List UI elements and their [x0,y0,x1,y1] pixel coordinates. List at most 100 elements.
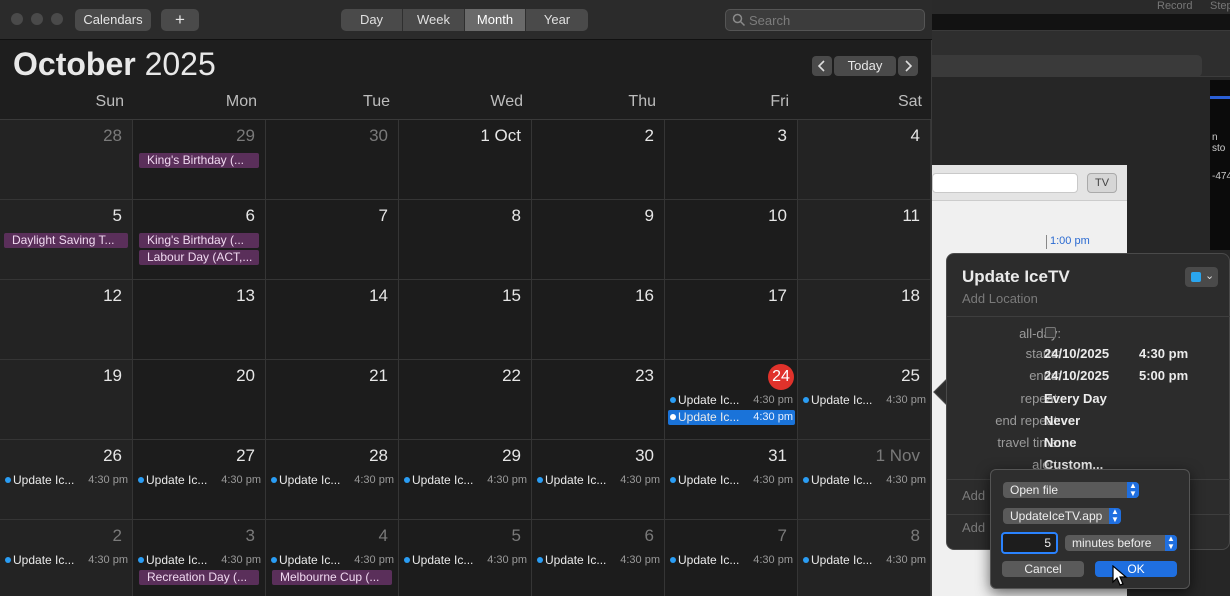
day-cell[interactable]: 28 Update Ic... 4:30 pm [266,440,399,520]
day-cell[interactable]: 13 [133,280,266,360]
view-month-tab[interactable]: Month [465,9,526,31]
today-button[interactable]: Today [834,56,896,76]
day-cell[interactable]: 19 [0,360,133,440]
day-cell[interactable]: 6 King's Birthday (... Labour Day (ACT,... [133,200,266,280]
icetv-input[interactable] [932,173,1078,193]
holiday-event[interactable]: Melbourne Cup (... [272,570,392,585]
day-cell[interactable]: 8 [399,200,532,280]
day-cell[interactable]: 7 [266,200,399,280]
calendar-color-picker[interactable]: ⌄ [1185,267,1218,287]
search-field[interactable]: Search [725,9,925,31]
zoom-window-icon[interactable] [51,13,63,25]
day-cell[interactable]: 26 Update Ic... 4:30 pm [0,440,133,520]
tv-button[interactable]: TV [1087,173,1117,193]
day-cell[interactable]: 14 [266,280,399,360]
view-day-tab[interactable]: Day [341,9,403,31]
repeat-value[interactable]: Every Day [1044,391,1107,406]
day-cell[interactable]: 25 Update Ic... 4:30 pm [798,360,931,440]
day-cell[interactable]: 6 Update Ic... 4:30 pm [532,520,665,596]
day-cell[interactable]: 16 [532,280,665,360]
day-cell[interactable]: 7 Update Ic... 4:30 pm [665,520,798,596]
end-repeat-value[interactable]: Never [1044,413,1080,428]
timed-event[interactable]: Update Ic... 4:30 pm [402,473,529,488]
day-cell[interactable]: 2 [532,120,665,200]
day-cell[interactable]: 29 King's Birthday (... [133,120,266,200]
day-cell[interactable]: 3 [665,120,798,200]
cancel-button[interactable]: Cancel [1002,561,1084,577]
ok-button[interactable]: OK [1095,561,1177,577]
day-cell[interactable]: 10 [665,200,798,280]
step-menu[interactable]: Step [1210,0,1230,12]
timed-event[interactable]: Update Ic... 4:30 pm [535,553,662,568]
timed-event[interactable]: Update Ic... 4:30 pm [801,553,928,568]
timed-event[interactable]: Update Ic... 4:30 pm [402,553,529,568]
day-cell[interactable]: 5 Update Ic... 4:30 pm [399,520,532,596]
timed-event[interactable]: Update Ic... 4:30 pm [269,553,396,568]
view-week-tab[interactable]: Week [403,9,465,31]
ends-date[interactable]: 24/10/2025 [1044,368,1109,383]
day-cell[interactable]: 23 [532,360,665,440]
previous-month-button[interactable] [812,56,832,76]
timed-event[interactable]: Update Ic... 4:30 pm [668,473,795,488]
holiday-event[interactable]: Daylight Saving T... [4,233,128,248]
day-cell[interactable]: 1 Oct [399,120,532,200]
day-cell[interactable]: 11 [798,200,931,280]
day-cell[interactable]: 30 Update Ic... 4:30 pm [532,440,665,520]
day-cell[interactable]: 5 Daylight Saving T... [0,200,133,280]
timed-event[interactable]: Update Ic... 4:30 pm [3,473,130,488]
allday-checkbox[interactable] [1045,327,1056,338]
day-cell[interactable]: 3 Update Ic... 4:30 pm Recreation Day (... [133,520,266,596]
holiday-event[interactable]: King's Birthday (... [139,153,259,168]
record-menu[interactable]: Record [1157,0,1192,12]
day-cell[interactable]: 2 Update Ic... 4:30 pm [0,520,133,596]
timed-event[interactable]: Update Ic... 4:30 pm [801,473,928,488]
timed-event[interactable]: Update Ic... 4:30 pm [3,553,130,568]
day-cell[interactable]: 18 [798,280,931,360]
close-window-icon[interactable] [11,13,23,25]
day-cell[interactable]: 29 Update Ic... 4:30 pm [399,440,532,520]
add-event-button[interactable]: + [161,9,199,31]
day-cell[interactable]: 28 [0,120,133,200]
add-location-field[interactable]: Add Location [962,291,1038,306]
day-cell[interactable]: 22 [399,360,532,440]
starts-time[interactable]: 4:30 pm [1139,346,1188,361]
view-year-tab[interactable]: Year [526,9,588,31]
day-cell[interactable]: 20 [133,360,266,440]
timed-event[interactable]: Update Ic... 4:30 pm [668,393,795,408]
background-search-field[interactable] [922,55,1202,77]
day-cell[interactable]: 24 Update Ic... 4:30 pm Update Ic... 4:30 pm [665,360,798,440]
minimize-window-icon[interactable] [31,13,43,25]
day-cell[interactable]: 27 Update Ic... 4:30 pm [133,440,266,520]
holiday-event[interactable]: King's Birthday (... [139,233,259,248]
day-cell[interactable]: 12 [0,280,133,360]
calendars-button[interactable]: Calendars [75,9,151,31]
event-title[interactable]: Update IceTV [962,267,1070,287]
alert-file-dropdown[interactable]: UpdateIceTV.app ▲ ▼ [1003,508,1121,524]
timed-event[interactable]: Update Ic... 4:30 pm [136,473,263,488]
ends-time[interactable]: 5:00 pm [1139,368,1188,383]
timed-event[interactable]: Update Ic... 4:30 pm [801,393,928,408]
alert-action-dropdown[interactable]: Open file ▲ ▼ [1003,482,1139,498]
day-cell[interactable]: 15 [399,280,532,360]
starts-date[interactable]: 24/10/2025 [1044,346,1109,361]
timed-event[interactable]: Update Ic... 4:30 pm [136,553,263,568]
day-cell[interactable]: 4 [798,120,931,200]
timed-event[interactable]: Update Ic... 4:30 pm [668,553,795,568]
day-cell[interactable]: 21 [266,360,399,440]
day-cell[interactable]: 30 [266,120,399,200]
holiday-event[interactable]: Recreation Day (... [139,570,259,585]
day-cell[interactable]: 31 Update Ic... 4:30 pm [665,440,798,520]
timed-event[interactable]: Update Ic... 4:30 pm [535,473,662,488]
selected-timed-event[interactable]: Update Ic... 4:30 pm [668,410,795,425]
day-cell[interactable]: 1 Nov Update Ic... 4:30 pm [798,440,931,520]
alert-amount-input[interactable]: 5 [1001,532,1058,554]
holiday-event[interactable]: Labour Day (ACT,... [139,250,259,265]
travel-time-value[interactable]: None [1044,435,1077,450]
timed-event[interactable]: Update Ic... 4:30 pm [269,473,396,488]
day-cell[interactable]: 4 Update Ic... 4:30 pm Melbourne Cup (... [266,520,399,596]
day-cell[interactable]: 8 Update Ic... 4:30 pm [798,520,931,596]
alert-unit-dropdown[interactable]: minutes before ▲ ▼ [1065,535,1177,551]
add-invitees-field[interactable]: Add [962,488,985,503]
day-cell[interactable]: 9 [532,200,665,280]
add-notes-field[interactable]: Add [962,520,985,535]
